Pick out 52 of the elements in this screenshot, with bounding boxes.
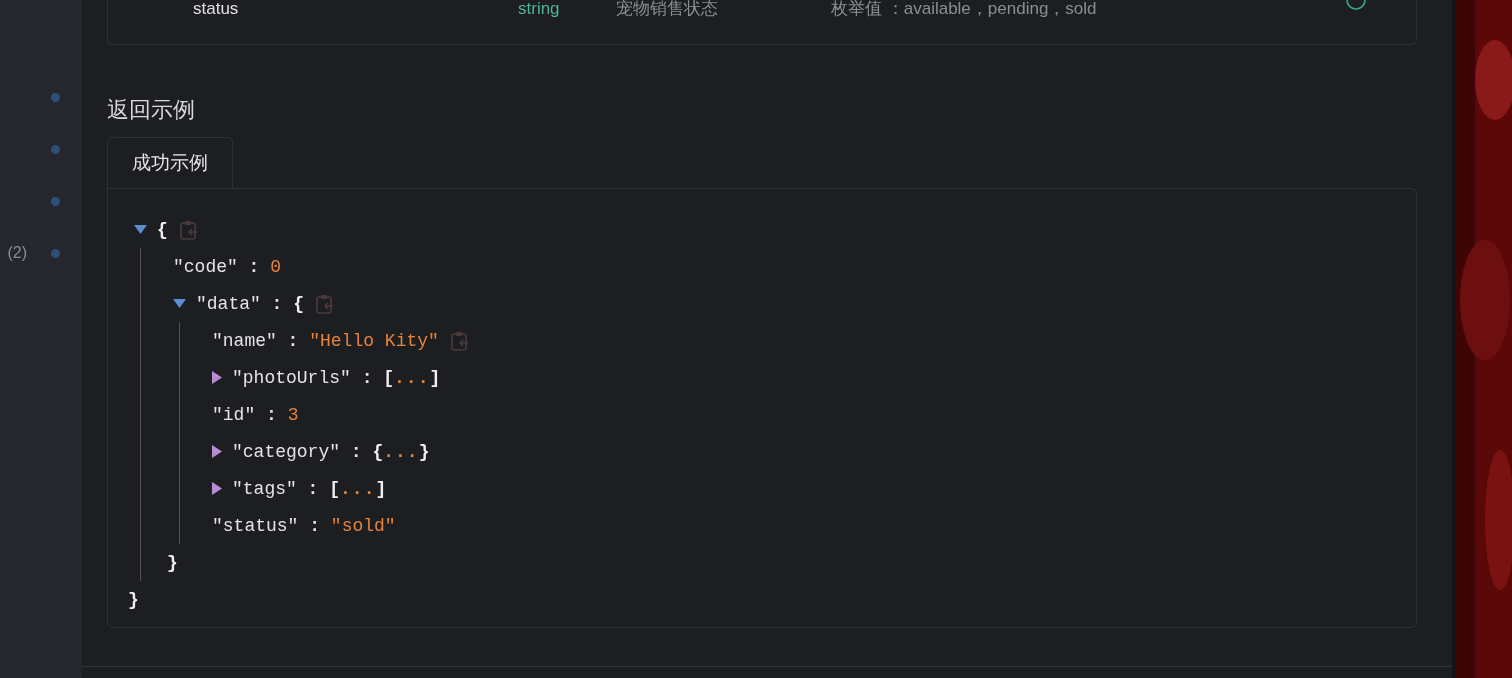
colon: : — [349, 441, 363, 462]
param-note: 枚举值 ：available，pending，sold — [831, 0, 1098, 18]
json-key: "id" — [212, 404, 256, 425]
clipboard-icon[interactable] — [450, 330, 469, 351]
close-bracket: ] — [429, 367, 441, 388]
collapsed-triangle-icon[interactable] — [212, 445, 222, 458]
param-description: 宠物销售状态 — [616, 0, 719, 18]
nav-dot[interactable] — [51, 196, 60, 206]
collapsed-ellipsis[interactable]: ... — [394, 367, 430, 388]
close-bracket: } — [128, 589, 139, 610]
close-bracket: ] — [375, 478, 387, 499]
param-type: string — [518, 0, 561, 18]
json-value: 0 — [270, 256, 282, 277]
expanded-triangle-icon[interactable] — [173, 299, 186, 308]
example-tab[interactable]: 成功示例 — [107, 137, 233, 189]
json-key: "name" — [212, 330, 277, 351]
clipboard-icon[interactable] — [316, 293, 335, 314]
collapsed-triangle-icon[interactable] — [212, 371, 222, 384]
json-key: "code" — [173, 256, 238, 277]
json-value: "sold" — [330, 515, 396, 536]
colon: : — [265, 404, 278, 425]
nav-dot[interactable] — [51, 248, 60, 258]
close-bracket: } — [418, 441, 430, 462]
json-key: "status" — [212, 515, 299, 536]
open-bracket: { — [157, 219, 168, 240]
json-key: "photoUrls" — [232, 367, 351, 388]
expanded-triangle-icon[interactable] — [134, 225, 147, 234]
json-key: "category" — [232, 441, 341, 462]
param-name: status — [193, 0, 240, 18]
json-key: "tags" — [232, 478, 297, 499]
open-bracket: [ — [383, 367, 395, 388]
clipboard-icon[interactable] — [179, 219, 198, 240]
json-key: "data" — [196, 293, 261, 314]
collapsed-ellipsis[interactable]: ... — [340, 478, 376, 499]
json-value: "Hello Kity" — [309, 330, 439, 351]
section-heading: 返回示例 — [107, 96, 196, 124]
count-label: (2) — [7, 244, 27, 262]
nav-dot[interactable] — [51, 92, 60, 102]
colon: : — [270, 293, 284, 314]
open-bracket: { — [293, 293, 305, 314]
colon: : — [306, 478, 320, 499]
colon: : — [360, 367, 374, 388]
colon: : — [308, 515, 322, 536]
close-bracket: } — [167, 552, 178, 573]
colon: : — [247, 256, 261, 277]
open-bracket: { — [372, 441, 384, 462]
open-bracket: [ — [329, 478, 341, 499]
collapsed-ellipsis[interactable]: ... — [383, 441, 419, 462]
nav-dot[interactable] — [51, 144, 60, 154]
collapsed-triangle-icon[interactable] — [212, 482, 222, 495]
colon: : — [286, 330, 300, 351]
json-value: 3 — [287, 404, 299, 425]
